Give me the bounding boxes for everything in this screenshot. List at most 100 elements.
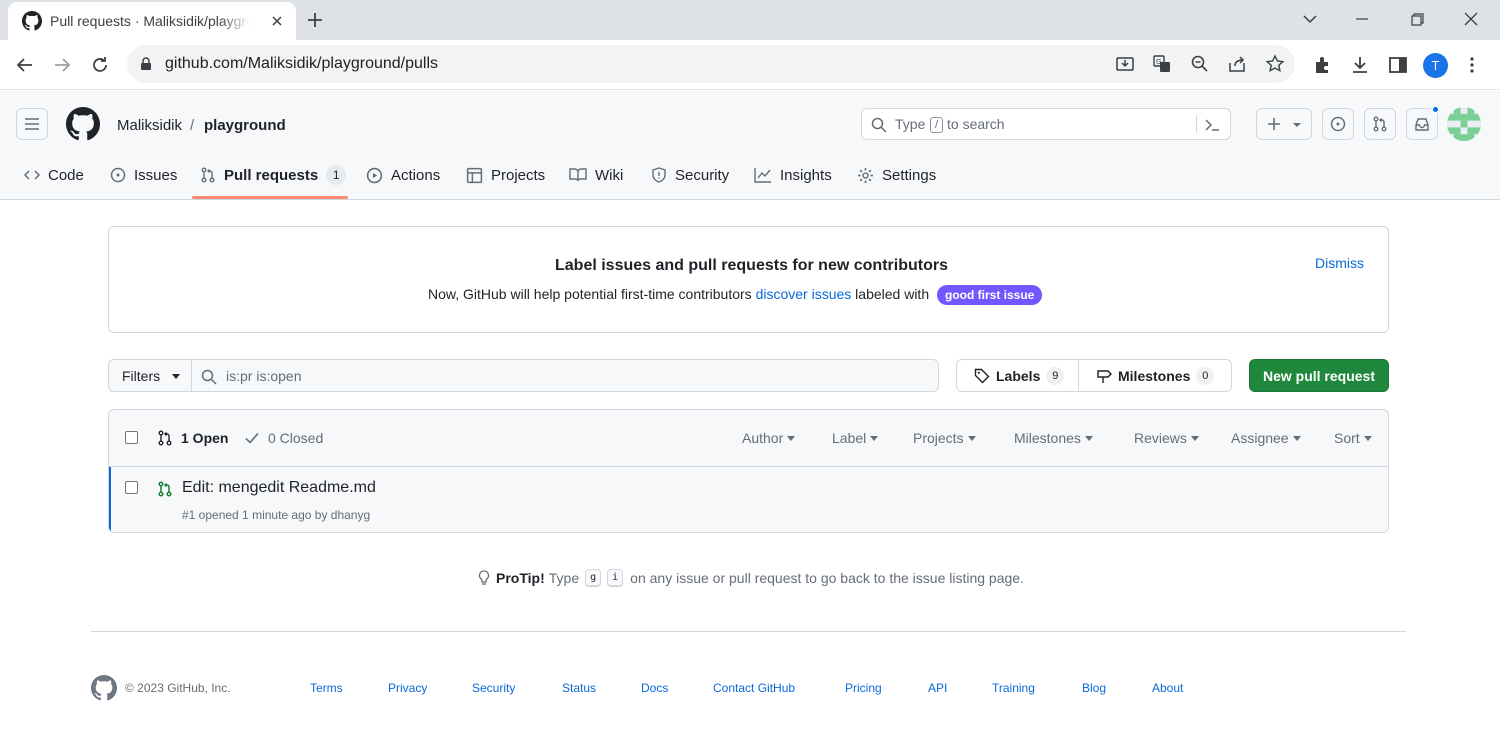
open-filter-tab[interactable]: 1 Open (157, 430, 228, 446)
caret-down-icon (172, 374, 180, 379)
caret-down-icon (1293, 123, 1301, 127)
tab-settings[interactable]: Settings (857, 151, 936, 199)
menu-kebab-icon[interactable] (1461, 54, 1483, 76)
pr-title-link[interactable]: Edit: mengedit Readme.md (182, 479, 376, 497)
reload-icon[interactable] (89, 54, 111, 76)
footer-link-contact[interactable]: Contact GitHub (713, 681, 795, 695)
translate-icon[interactable]: G (1152, 54, 1172, 74)
list-item[interactable]: Edit: mengedit Readme.md #1 opened 1 min… (109, 467, 1388, 532)
sort-filter-label: Sort (1334, 430, 1360, 446)
sort-filter[interactable]: Sort (1334, 430, 1372, 446)
closed-filter-tab[interactable]: 0 Closed (244, 430, 323, 446)
milestones-button[interactable]: Milestones 0 (1078, 359, 1232, 392)
new-tab-icon[interactable] (305, 10, 325, 30)
milestones-counter: 0 (1196, 367, 1215, 385)
back-icon[interactable] (14, 54, 36, 76)
install-app-icon[interactable] (1115, 54, 1135, 74)
search-placeholder-suffix: to search (947, 116, 1005, 132)
side-panel-icon[interactable] (1387, 54, 1409, 76)
zoom-icon[interactable] (1190, 54, 1210, 74)
downloads-icon[interactable] (1349, 54, 1371, 76)
create-new-button[interactable] (1256, 108, 1312, 140)
profile-avatar[interactable]: T (1423, 53, 1448, 78)
pull-request-icon (158, 430, 172, 446)
milestones-filter-label: Milestones (1014, 430, 1081, 446)
issues-shortcut-button[interactable] (1322, 108, 1354, 140)
tab-issues-label: Issues (134, 166, 178, 184)
extensions-icon[interactable] (1312, 54, 1334, 76)
protip-after: on any issue or pull request to go back … (630, 570, 1024, 586)
reviews-filter-label: Reviews (1134, 430, 1187, 446)
footer-link-training[interactable]: Training (992, 681, 1035, 695)
github-favicon-icon (22, 11, 42, 31)
assignee-filter-label: Assignee (1231, 430, 1289, 446)
caret-down-icon (870, 435, 879, 441)
tab-projects[interactable]: Projects (466, 151, 545, 199)
good-first-issue-label[interactable]: good first issue (937, 285, 1043, 305)
gear-icon (858, 167, 873, 183)
footer-link-status[interactable]: Status (562, 681, 596, 695)
labels-button[interactable]: Labels 9 (956, 359, 1079, 392)
tab-search-icon[interactable] (1299, 8, 1321, 30)
footer-link-api[interactable]: API (928, 681, 947, 695)
close-window-icon[interactable] (1460, 8, 1482, 30)
tab-actions[interactable]: Actions (366, 151, 440, 199)
github-logo-icon[interactable] (91, 675, 117, 701)
share-icon[interactable] (1227, 54, 1247, 74)
pull-requests-shortcut-button[interactable] (1364, 108, 1396, 140)
shortcut-key-i: i (607, 569, 624, 587)
breadcrumb-repo[interactable]: playground (204, 117, 286, 134)
tab-pull-requests[interactable]: Pull requests 1 (200, 151, 347, 199)
lock-icon[interactable] (139, 57, 153, 71)
dismiss-button[interactable]: Dismiss (1315, 255, 1364, 271)
github-logo-icon[interactable] (66, 107, 100, 141)
footer-link-pricing[interactable]: Pricing (845, 681, 882, 695)
command-palette-icon[interactable] (1204, 117, 1220, 133)
footer-link-terms[interactable]: Terms (310, 681, 343, 695)
search-placeholder-prefix: Type (895, 116, 926, 132)
caret-down-icon (1084, 435, 1093, 441)
pull-request-list: 1 Open 0 Closed Author Label Projects Mi… (108, 409, 1389, 533)
pr-select-checkbox[interactable] (125, 481, 138, 494)
footer-copyright: © 2023 GitHub, Inc. (125, 681, 231, 695)
bookmark-star-icon[interactable] (1265, 54, 1285, 74)
tab-security[interactable]: Security (651, 151, 729, 199)
label-filter[interactable]: Label (832, 430, 879, 446)
forward-icon[interactable] (51, 54, 73, 76)
close-tab-icon[interactable] (270, 14, 284, 28)
filters-button[interactable]: Filters (108, 359, 192, 392)
tab-insights-label: Insights (780, 166, 832, 184)
footer-link-docs[interactable]: Docs (641, 681, 668, 695)
reviews-filter[interactable]: Reviews (1134, 430, 1199, 446)
tab-wiki[interactable]: Wiki (569, 151, 623, 199)
breadcrumb-separator: / (190, 117, 195, 134)
author-filter[interactable]: Author (742, 430, 796, 446)
url-text[interactable]: github.com/Maliksidik/playground/pulls (165, 55, 438, 73)
minimize-icon[interactable] (1351, 8, 1373, 30)
tab-code[interactable]: Code (24, 151, 84, 199)
footer-link-about[interactable]: About (1152, 681, 1183, 695)
footer-link-blog[interactable]: Blog (1082, 681, 1106, 695)
tab-issues[interactable]: Issues (110, 151, 177, 199)
new-pull-request-button[interactable]: New pull request (1249, 359, 1389, 392)
global-search-input[interactable]: Type / to search (861, 108, 1231, 140)
assignee-filter[interactable]: Assignee (1231, 430, 1301, 446)
milestones-filter[interactable]: Milestones (1014, 430, 1093, 446)
address-bar[interactable]: github.com/Maliksidik/playground/pulls G (127, 45, 1295, 83)
search-filter-input[interactable]: is:pr is:open (191, 359, 939, 392)
author-filter-label: Author (742, 430, 784, 446)
user-avatar[interactable] (1447, 107, 1481, 141)
open-pull-request-icon (158, 481, 172, 497)
breadcrumb-owner[interactable]: Maliksidik (117, 117, 182, 134)
global-menu-button[interactable] (16, 108, 48, 140)
tab-insights[interactable]: Insights (754, 151, 832, 199)
banner-text-after: labeled with (851, 286, 933, 302)
footer-link-security[interactable]: Security (472, 681, 515, 695)
restore-icon[interactable] (1406, 8, 1428, 30)
filters-button-label: Filters (122, 368, 161, 384)
footer-link-privacy[interactable]: Privacy (388, 681, 427, 695)
projects-filter[interactable]: Projects (913, 430, 976, 446)
discover-issues-link[interactable]: discover issues (756, 286, 852, 302)
browser-tab[interactable]: Pull requests · Maliksidik/playground (8, 2, 296, 40)
select-all-checkbox[interactable] (125, 431, 138, 444)
